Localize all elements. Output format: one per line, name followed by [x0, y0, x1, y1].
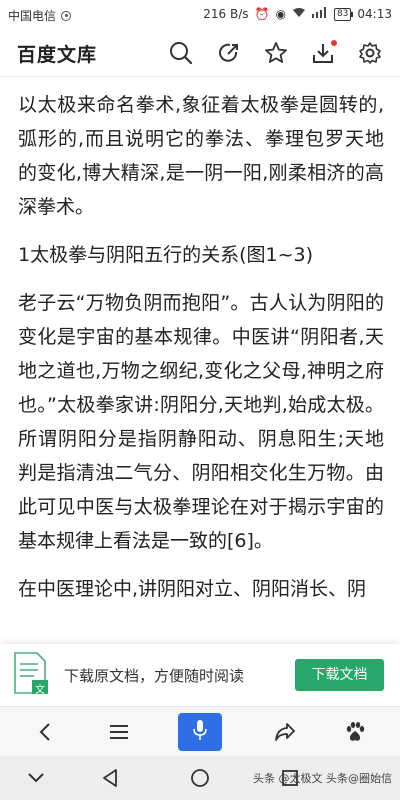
- signal-icon: [311, 7, 328, 21]
- paragraph: 以太极来命名拳术,象征着太极拳是圆转的,弧形的,而且说明它的拳法、拳理包罗天地的…: [18, 94, 384, 218]
- browser-nav-bar: [0, 706, 400, 757]
- status-bar: 中国电信 216 B/s ⏰ ◉ 83 04:13: [0, 0, 400, 30]
- share-icon[interactable]: [217, 41, 241, 65]
- clock: 04:13: [357, 7, 392, 21]
- document-icon: 文: [14, 652, 48, 696]
- download-document-button[interactable]: 下载文档: [295, 659, 384, 691]
- microphone-button[interactable]: [178, 713, 222, 751]
- microphone-icon: [192, 719, 208, 745]
- download-banner: 文 下载原文档，方便随时阅读 下载文档: [0, 644, 400, 706]
- settings-icon[interactable]: [358, 41, 382, 65]
- article-body: 以太极来命名拳术,象征着太极拳是圆转的,弧形的,而且说明它的拳法、拳理包罗天地的…: [18, 88, 384, 620]
- paragraph: 在中医理论中,讲阴阳对立、阴阳消长、阴: [18, 578, 367, 600]
- search-icon[interactable]: [169, 41, 193, 65]
- section-heading: 1太极拳与阴阳五行的关系(图1~3): [18, 244, 314, 266]
- doc-badge-label: 文: [35, 685, 45, 696]
- paragraph: 老子云“万物负阴而抱阳”。古人认为阴阳的变化是宇宙的基本规律。中医讲“阴阳者,天…: [18, 292, 384, 552]
- app-header: 百度文库: [0, 30, 400, 77]
- forward-share-icon[interactable]: [270, 717, 300, 747]
- watermark: 头条 @太极文 头条@圈始信: [253, 772, 392, 785]
- system-back-icon[interactable]: [98, 766, 122, 790]
- system-nav-bar: 头条 @太极文 头条@圈始信: [0, 756, 400, 800]
- chevron-down-icon[interactable]: [24, 766, 48, 790]
- status-left: 中国电信: [8, 7, 72, 24]
- banner-text: 下载原文档，方便随时阅读: [64, 667, 245, 685]
- carrier-label: 中国电信: [8, 9, 57, 23]
- wifi-icon: [292, 7, 306, 21]
- notification-dot: [331, 40, 337, 46]
- status-right: 216 B/s ⏰ ◉ 83 04:13: [203, 7, 392, 21]
- home-icon[interactable]: [188, 766, 212, 790]
- sync-icon: [61, 10, 72, 21]
- star-icon[interactable]: [264, 41, 288, 65]
- network-speed: 216 B/s: [203, 7, 249, 21]
- back-icon[interactable]: [30, 717, 60, 747]
- download-icon[interactable]: [311, 40, 337, 65]
- eye-icon: ◉: [275, 7, 286, 21]
- menu-icon[interactable]: [104, 717, 134, 747]
- alarm-icon: ⏰: [254, 7, 270, 21]
- brand-logo[interactable]: 百度文库: [17, 40, 97, 67]
- battery-icon: 83: [333, 7, 354, 21]
- baidu-paw-icon[interactable]: [340, 717, 370, 747]
